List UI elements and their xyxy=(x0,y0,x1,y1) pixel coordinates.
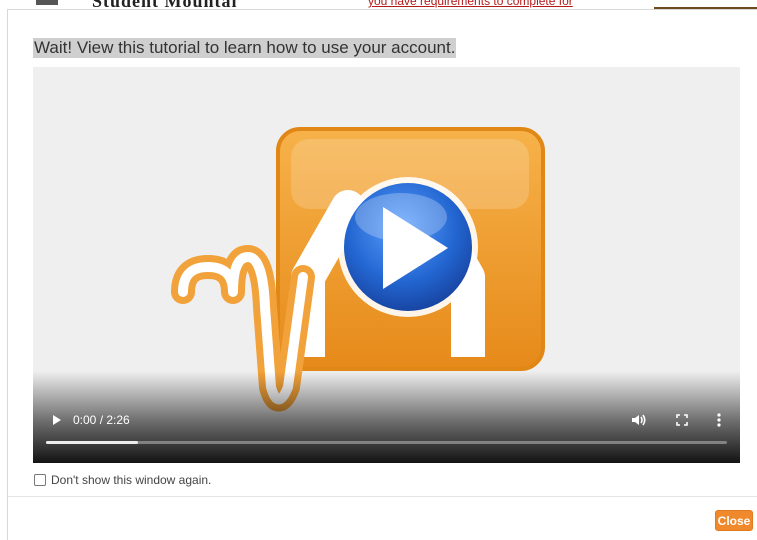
volume-icon[interactable] xyxy=(630,412,648,428)
modal-title: Wait! View this tutorial to learn how to… xyxy=(33,38,457,58)
more-options-icon[interactable] xyxy=(715,412,723,428)
fullscreen-icon[interactable] xyxy=(674,412,690,428)
tutorial-video-player[interactable]: 0:00 / 2:26 xyxy=(33,67,740,463)
dont-show-again-checkbox[interactable] xyxy=(34,474,46,486)
dont-show-again-label: Don't show this window again. xyxy=(51,473,212,487)
blue-play-button-icon[interactable] xyxy=(338,177,478,317)
background-header-block xyxy=(36,0,58,5)
video-buffered-progress xyxy=(46,441,138,444)
play-icon[interactable] xyxy=(50,413,64,427)
tutorial-modal: Wait! View this tutorial to learn how to… xyxy=(7,9,757,540)
background-requirements-link: you have requirements to complete for xyxy=(368,0,573,8)
video-seek-bar[interactable] xyxy=(46,441,727,444)
video-time-display: 0:00 / 2:26 xyxy=(73,413,130,427)
modal-footer-divider xyxy=(8,496,757,497)
dont-show-again-option[interactable]: Don't show this window again. xyxy=(34,472,211,488)
close-button[interactable]: Close xyxy=(715,510,753,531)
